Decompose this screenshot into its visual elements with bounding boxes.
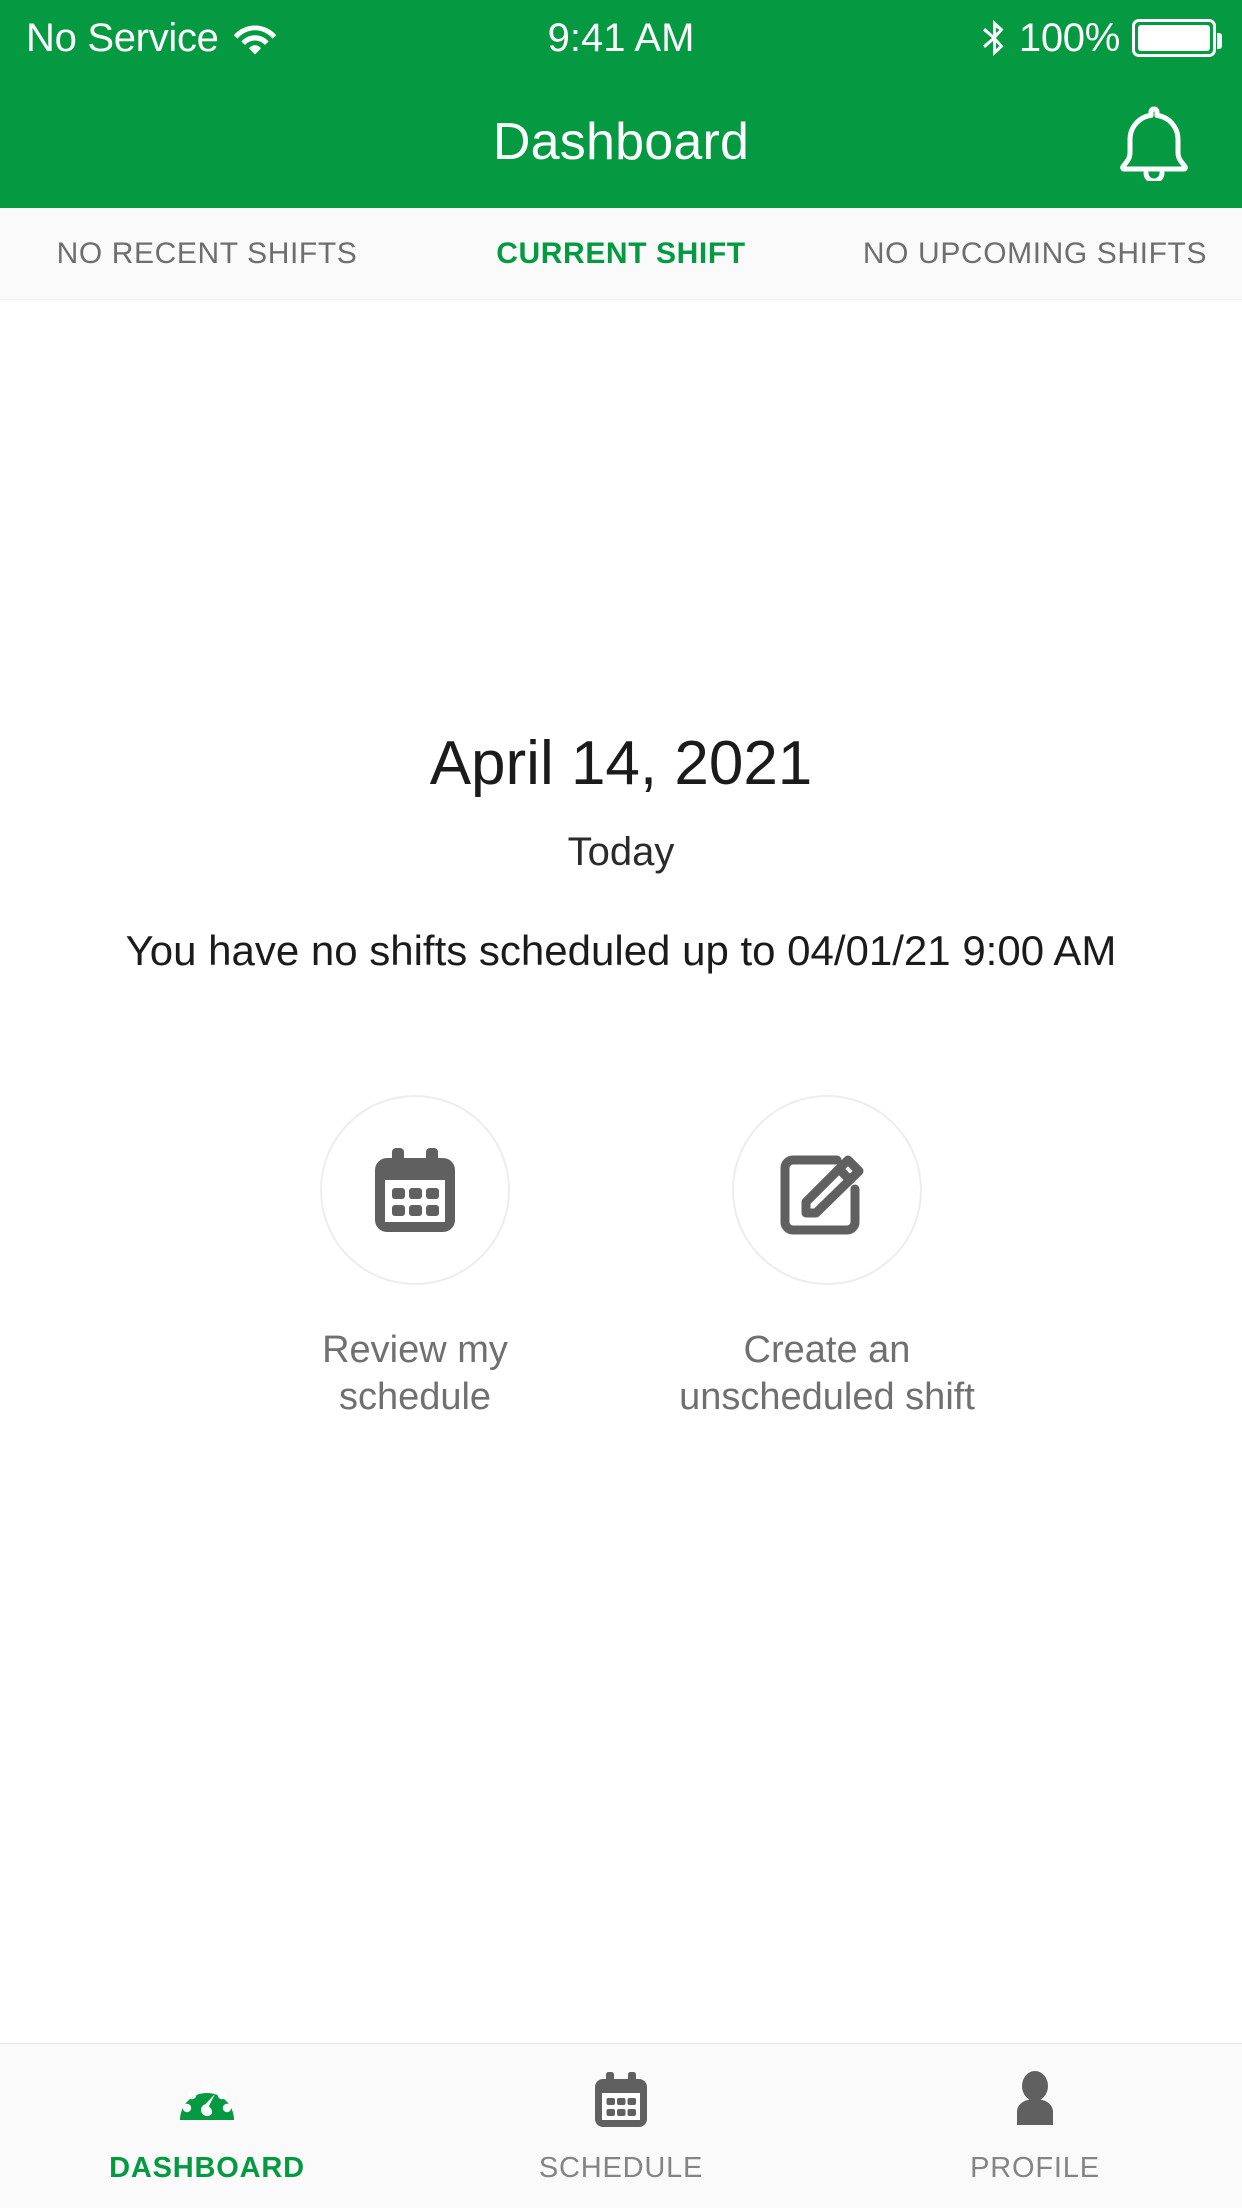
wifi-icon bbox=[233, 21, 277, 55]
nav-bar: Dashboard bbox=[0, 76, 1242, 208]
status-bar-center: 9:41 AM bbox=[548, 18, 695, 58]
main-content: April 14, 2021 Today You have no shifts … bbox=[0, 300, 1242, 2043]
calendar-icon bbox=[367, 1142, 463, 1238]
action-review-my-schedule[interactable]: Review my schedule bbox=[245, 1095, 585, 1420]
bottom-navigation: DASHBOARD SCHEDULE PROFILE bbox=[0, 2043, 1242, 2208]
bottom-nav-item-profile[interactable]: PROFILE bbox=[828, 2044, 1242, 2208]
tab-no-upcoming-shifts[interactable]: NO UPCOMING SHIFTS bbox=[828, 237, 1242, 271]
edit-square-icon bbox=[779, 1142, 875, 1238]
status-bar: No Service 9:41 AM 100% bbox=[0, 0, 1242, 76]
tab-no-recent-shifts[interactable]: NO RECENT SHIFTS bbox=[0, 237, 414, 271]
app-root: No Service 9:41 AM 100% Dashboard NO REC… bbox=[0, 0, 1242, 2208]
bottom-nav-label-schedule: SCHEDULE bbox=[538, 2151, 704, 2184]
carrier-label: No Service bbox=[26, 16, 219, 60]
gauge-icon bbox=[176, 2068, 238, 2130]
action-create-unscheduled-shift[interactable]: Create an unscheduled shift bbox=[657, 1095, 997, 1420]
status-bar-right: 100% bbox=[694, 16, 1223, 60]
action-create-shift-label: Create an unscheduled shift bbox=[679, 1329, 975, 1418]
action-review-schedule-circle[interactable] bbox=[320, 1095, 510, 1286]
battery-fill bbox=[1138, 25, 1211, 51]
bluetooth-icon bbox=[981, 19, 1007, 57]
tab-current-shift[interactable]: CURRENT SHIFT bbox=[414, 237, 828, 271]
date-relative-label: Today bbox=[567, 830, 675, 875]
action-review-schedule-label: Review my schedule bbox=[322, 1329, 508, 1418]
action-create-shift-circle[interactable] bbox=[732, 1095, 922, 1286]
bottom-nav-item-schedule[interactable]: SCHEDULE bbox=[414, 2044, 828, 2208]
bottom-nav-label-dashboard: DASHBOARD bbox=[109, 2151, 305, 2184]
status-bar-left: No Service bbox=[26, 18, 548, 58]
bottom-nav-item-dashboard[interactable]: DASHBOARD bbox=[0, 2044, 414, 2208]
bottom-nav-label-profile: PROFILE bbox=[970, 2151, 1100, 2184]
current-date: April 14, 2021 bbox=[429, 729, 813, 798]
battery-full-icon bbox=[1132, 19, 1223, 57]
no-shifts-message: You have no shifts scheduled up to 04/01… bbox=[125, 927, 1117, 975]
notifications-button[interactable] bbox=[1106, 94, 1202, 190]
quick-actions: Review my schedule Create an unscheduled… bbox=[0, 1095, 1242, 1420]
bell-icon bbox=[1118, 103, 1190, 184]
calendar-icon bbox=[590, 2068, 652, 2130]
shift-tab-bar: NO RECENT SHIFTS CURRENT SHIFT NO UPCOMI… bbox=[0, 208, 1242, 300]
clock-label: 9:41 AM bbox=[547, 16, 695, 60]
person-icon bbox=[1004, 2068, 1066, 2130]
page-title: Dashboard bbox=[492, 113, 750, 171]
battery-percent-label: 100% bbox=[1018, 16, 1121, 60]
